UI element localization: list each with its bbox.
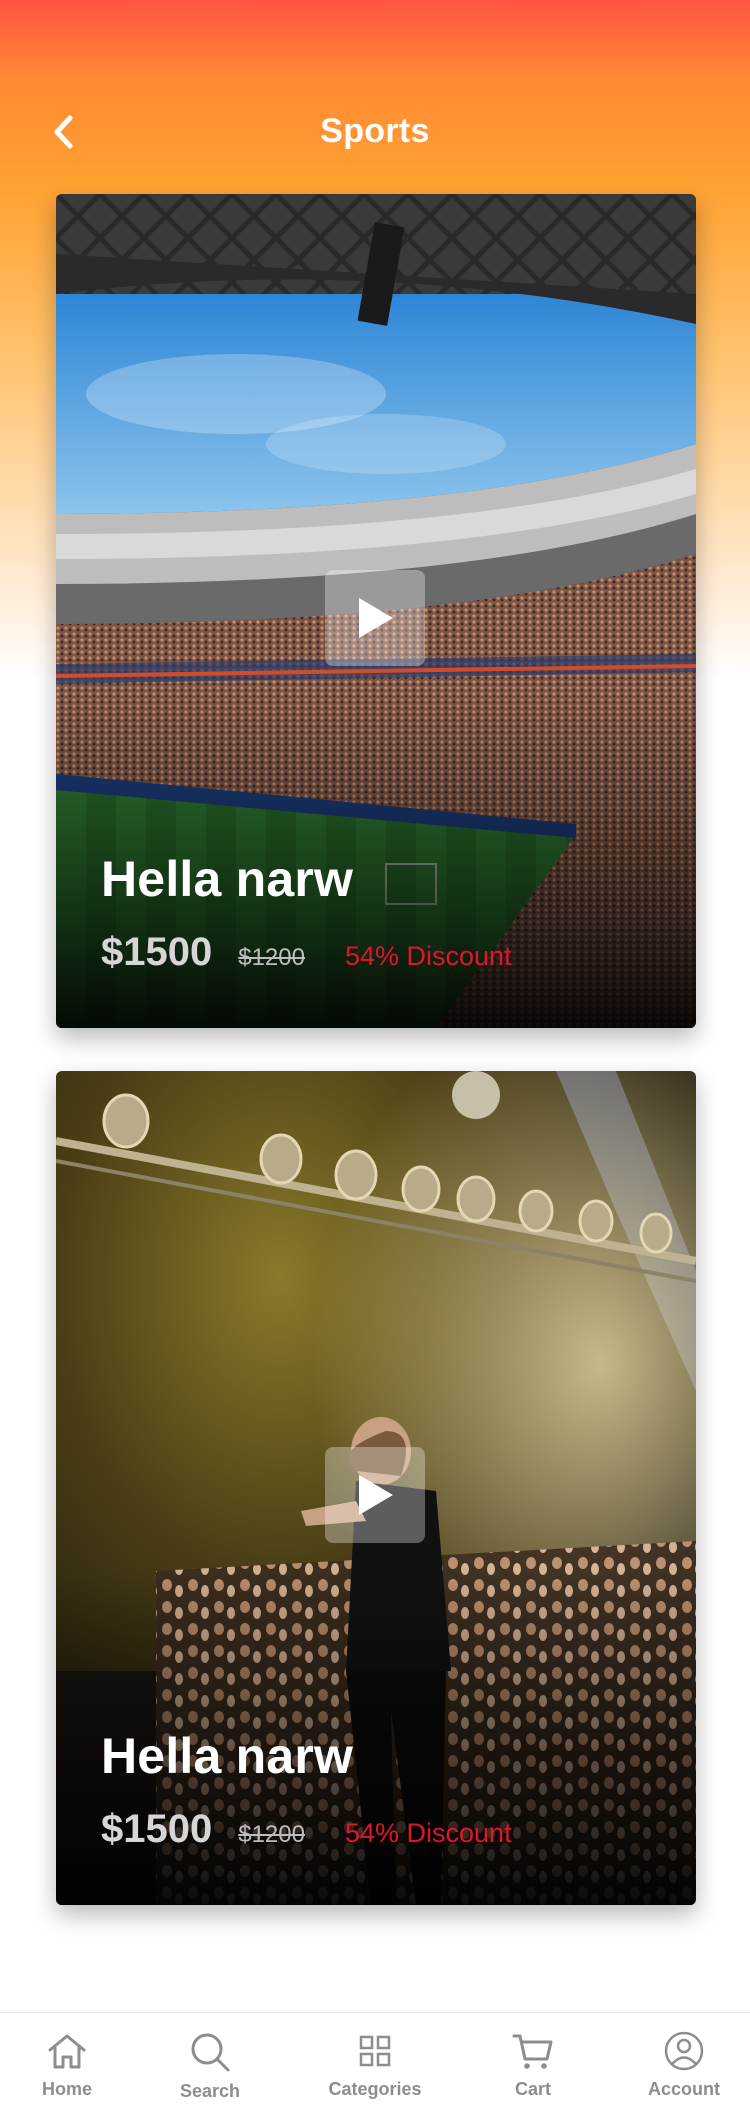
play-icon xyxy=(359,1475,393,1515)
price-row: $1500 $1200 54% Discount xyxy=(101,930,512,980)
header: Sports xyxy=(0,100,750,164)
grid-icon xyxy=(359,2035,391,2067)
original-price: $1200 xyxy=(238,944,305,971)
price: $1500 xyxy=(101,930,213,974)
nav-item-categories[interactable]: Categories xyxy=(300,2031,450,2121)
video-card[interactable]: Hella narw $1500 $1200 54% Discount xyxy=(56,194,696,1028)
user-icon xyxy=(664,2031,704,2071)
discount-label: 54% Discount xyxy=(344,1818,512,1848)
search-icon xyxy=(191,2033,230,2072)
nav-label: Search xyxy=(179,2081,241,2101)
card-title: Hella narw xyxy=(101,851,354,907)
home-icon xyxy=(48,2034,86,2069)
discount-label: 54% Discount xyxy=(344,941,512,971)
bottom-nav: Home Search Categories Cart Account xyxy=(0,2012,750,2128)
play-button[interactable] xyxy=(325,1447,425,1543)
play-icon xyxy=(359,598,393,638)
nav-item-cart[interactable]: Cart xyxy=(458,2031,608,2121)
price: $1500 xyxy=(101,1807,213,1851)
original-price: $1200 xyxy=(238,1821,305,1848)
video-card[interactable]: Hella narw $1500 $1200 54% Discount xyxy=(56,1071,696,1905)
nav-label: Categories xyxy=(328,2079,422,2099)
nav-item-account[interactable]: Account xyxy=(609,2031,750,2121)
page-title: Sports xyxy=(320,112,430,150)
cart-icon xyxy=(512,2034,553,2069)
price-row: $1500 $1200 54% Discount xyxy=(101,1807,512,1857)
card-title: Hella narw xyxy=(101,1728,354,1784)
nav-label: Home xyxy=(41,2079,92,2099)
nav-label: Account xyxy=(648,2079,720,2099)
nav-label: Cart xyxy=(514,2079,551,2099)
screen: Sports Hella narw $1500 $1200 54% Discou… xyxy=(0,0,750,2128)
nav-item-home[interactable]: Home xyxy=(0,2031,142,2121)
play-button[interactable] xyxy=(325,570,425,666)
nav-item-search[interactable]: Search xyxy=(135,2031,285,2121)
